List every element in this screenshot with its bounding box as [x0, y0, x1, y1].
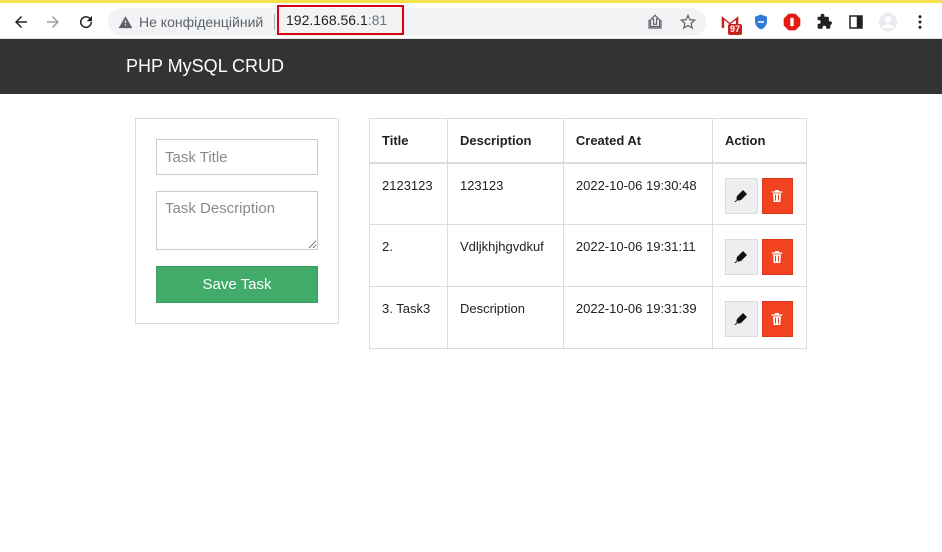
edit-button[interactable] [724, 177, 758, 214]
cell-actions [711, 224, 808, 287]
header-created-at: Created At [562, 118, 713, 164]
adblock-extension[interactable] [782, 12, 802, 32]
cell-created-at: 2022-10-06 19:30:48 [562, 162, 713, 225]
share-icon[interactable] [646, 13, 664, 31]
header-action: Action [711, 118, 808, 164]
stop-hand-icon [783, 13, 801, 31]
trash-icon [772, 189, 783, 202]
cell-title: 3. Task3 [369, 286, 448, 349]
back-button[interactable] [8, 9, 34, 35]
forward-button[interactable] [40, 9, 66, 35]
gmail-badge: 97 [728, 24, 743, 35]
security-indicator[interactable]: Не конфіденційний [118, 8, 263, 36]
delete-button[interactable] [761, 301, 793, 337]
address-bar[interactable]: Не конфіденційний 192.168.56.1:81 [108, 5, 706, 36]
arrow-right-icon [47, 16, 59, 28]
shield-icon [755, 14, 767, 30]
url-text[interactable]: 192.168.56.1:81 [277, 5, 404, 35]
table-header-row: Title Description Created At Action [369, 118, 808, 164]
cell-actions [711, 162, 808, 225]
task-description-input[interactable] [156, 191, 318, 250]
cell-created-at: 2022-10-06 19:31:39 [562, 286, 713, 349]
delete-button[interactable] [761, 239, 793, 275]
profile-button[interactable] [878, 12, 898, 32]
arrow-left-icon [15, 16, 27, 28]
delete-button[interactable] [761, 177, 793, 214]
task-form-card: Save Task [135, 118, 339, 324]
marker-icon [734, 189, 748, 202]
marker-icon [734, 251, 748, 263]
cell-title: 2123123 [369, 162, 448, 225]
cell-actions [711, 286, 808, 349]
shield-extension[interactable] [751, 12, 771, 32]
header-title: Title [369, 118, 448, 164]
table-row: 3. Task3 Description 2022-10-06 19:31:39 [369, 286, 808, 349]
gmail-extension[interactable]: 97 [720, 12, 743, 35]
warning-icon [118, 15, 133, 28]
cell-description: Vdljkhjhgvdkuf [446, 224, 564, 287]
reload-button[interactable] [73, 9, 99, 35]
bookmark-star-icon[interactable] [679, 13, 697, 31]
url-host: 192.168.56.1 [286, 12, 368, 28]
table-row: 2123123 123123 2022-10-06 19:30:48 [369, 162, 808, 225]
kebab-menu-icon [918, 15, 922, 29]
side-panel-button[interactable] [846, 12, 866, 32]
browser-menu-button[interactable] [910, 12, 930, 32]
url-port: :81 [367, 12, 388, 28]
cell-description: 123123 [446, 162, 564, 225]
omnibox-separator [274, 14, 275, 30]
cell-title: 2. [369, 224, 448, 287]
avatar-icon [878, 12, 898, 32]
extensions-button[interactable] [814, 12, 834, 32]
puzzle-icon [817, 13, 832, 29]
security-label: Не конфіденційний [139, 14, 264, 30]
header-description: Description [446, 118, 564, 164]
reload-icon [80, 16, 93, 29]
edit-button[interactable] [724, 301, 758, 337]
app-navbar: PHP MySQL CRUD [0, 39, 942, 94]
cell-created-at: 2022-10-06 19:31:11 [562, 224, 713, 287]
table-row: 2. Vdljkhjhgvdkuf 2022-10-06 19:31:11 [369, 224, 808, 287]
cell-description: Description [446, 286, 564, 349]
browser-toolbar: Не конфіденційний 192.168.56.1:81 97 [0, 0, 942, 39]
edit-button[interactable] [724, 239, 758, 275]
trash-icon [772, 313, 783, 325]
brand-link[interactable]: PHP MySQL CRUD [126, 56, 284, 77]
trash-icon [772, 251, 783, 263]
task-title-input[interactable] [156, 139, 318, 175]
save-task-button[interactable]: Save Task [156, 266, 318, 303]
side-panel-icon [849, 15, 863, 29]
marker-icon [734, 313, 748, 325]
tasks-table: Title Description Created At Action 2123… [369, 118, 808, 349]
